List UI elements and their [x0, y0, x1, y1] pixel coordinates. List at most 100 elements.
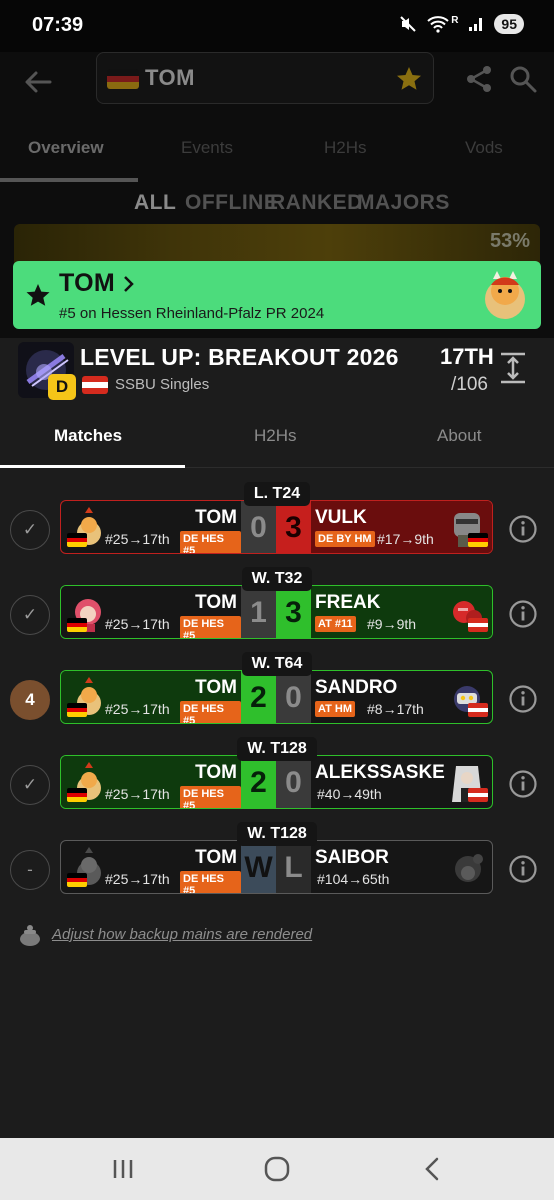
player-pr-badge: DE HES #5 — [180, 871, 241, 893]
player-side: TOM #25→17th DE HES #5 — [61, 501, 241, 553]
tier-badge: D — [48, 374, 76, 400]
opponent-score: 3 — [276, 586, 311, 638]
germany-flag-icon — [67, 533, 87, 547]
info-icon[interactable] — [508, 684, 538, 714]
home-icon[interactable] — [262, 1154, 292, 1184]
banner-player-name: TOM — [59, 269, 115, 297]
donkey-kong-character-icon — [455, 854, 483, 882]
filter-majors[interactable]: MAJORS — [357, 191, 450, 215]
player-seed: #25→17th — [105, 786, 170, 802]
game-count-badge[interactable]: 4 — [10, 680, 50, 720]
player-score: 0 — [241, 501, 276, 553]
signal-r-label: R — [451, 14, 459, 26]
player-seed: #25→17th — [105, 871, 170, 887]
check-icon[interactable]: ✓ — [10, 510, 50, 550]
info-icon[interactable] — [508, 599, 538, 629]
player-score: 2 — [241, 671, 276, 723]
tab-h2hs[interactable]: H2Hs — [254, 426, 297, 446]
filter-all[interactable]: ALL — [134, 191, 176, 215]
match-row[interactable]: L. T24 ✓ TOM #25→17th DE HES #5 0 3 VULK… — [0, 482, 554, 554]
info-icon[interactable] — [508, 854, 538, 884]
expand-icon[interactable] — [498, 352, 528, 384]
share-icon[interactable] — [464, 64, 494, 94]
opponent-seed: #9→9th — [367, 616, 417, 632]
status-time: 07:39 — [32, 14, 84, 36]
opponent-name: SAIBOR — [315, 847, 389, 868]
status-bar: 07:39 R 95 — [0, 0, 554, 52]
system-nav-bar — [0, 1138, 554, 1200]
top-bar: TOM — [0, 52, 554, 112]
match-card[interactable]: TOM #25→17th DE HES #5 W L SAIBOR #104→6… — [60, 840, 493, 894]
match-row[interactable]: W. T128 ✓ TOM #25→17th DE HES #5 2 0 ALE… — [0, 737, 554, 809]
check-icon[interactable]: ✓ — [10, 595, 50, 635]
match-card[interactable]: TOM #25→17th DE HES #5 1 3 FREAK AT #11 … — [60, 585, 493, 639]
opponent-seed: #8→17th — [367, 701, 424, 717]
tab-events[interactable]: Events — [181, 138, 233, 158]
round-label: W. T128 — [0, 822, 554, 846]
event-tabs: Matches H2Hs About — [0, 418, 554, 468]
player-side: TOM #25→17th DE HES #5 — [61, 841, 241, 893]
opponent-score: 0 — [276, 756, 311, 808]
signal-icon — [469, 18, 483, 31]
opponent-side: ALEKSSASKE #40→49th — [311, 756, 492, 808]
round-label: W. T64 — [0, 652, 554, 676]
tab-about[interactable]: About — [437, 426, 481, 446]
germany-flag-icon — [67, 618, 87, 632]
check-icon[interactable]: ✓ — [10, 765, 50, 805]
player-seed: #25→17th — [105, 616, 170, 632]
banner-ranking: #5 on Hessen Rheinland-Pfalz PR 2024 — [59, 305, 325, 322]
info-icon[interactable] — [508, 769, 538, 799]
opponent-side: SAIBOR #104→65th — [311, 841, 492, 893]
backup-mains-link[interactable]: Adjust how backup mains are rendered — [18, 924, 348, 948]
backup-mains-link-text: Adjust how backup mains are rendered — [52, 926, 313, 943]
germany-flag-icon — [67, 703, 87, 717]
player-name: TOM — [195, 677, 237, 698]
opponent-name: FREAK — [315, 592, 381, 613]
match-card[interactable]: TOM #25→17th DE HES #5 2 0 SANDRO AT HM … — [60, 670, 493, 724]
match-row[interactable]: W. T128 - TOM #25→17th DE HES #5 W L SAI… — [0, 822, 554, 894]
info-icon[interactable] — [508, 514, 538, 544]
match-card[interactable]: TOM #25→17th DE HES #5 0 3 VULK DE BY HM… — [60, 500, 493, 554]
opponent-name: SANDRO — [315, 677, 398, 698]
filter-offline[interactable]: OFFLINE — [185, 191, 278, 215]
opponent-pr-badge: AT HM — [315, 701, 356, 717]
tab-matches[interactable]: Matches — [54, 426, 122, 446]
star-icon[interactable] — [395, 65, 423, 93]
tab-vods[interactable]: Vods — [465, 138, 503, 158]
mute-icon — [400, 16, 416, 32]
player-pr-badge: DE HES #5 — [180, 701, 241, 723]
battery-indicator: 95 — [494, 14, 524, 34]
tab-overview[interactable]: Overview — [28, 138, 104, 158]
match-row[interactable]: W. T32 ✓ TOM #25→17th DE HES #5 1 3 FREA… — [0, 567, 554, 639]
opponent-pr-badge: DE BY HM — [315, 531, 375, 547]
background-page: TOM Overview Events H2Hs Vods ALL OFFLIN… — [0, 52, 554, 338]
match-card[interactable]: TOM #25→17th DE HES #5 2 0 ALEKSSASKE #4… — [60, 755, 493, 809]
germany-flag-icon — [67, 788, 87, 802]
opponent-seed: #40→49th — [317, 786, 382, 802]
round-label: W. T128 — [0, 737, 554, 761]
dq-status-icon[interactable]: - — [10, 850, 50, 890]
back-arrow-icon[interactable] — [20, 64, 56, 100]
player-side: TOM #25→17th DE HES #5 — [61, 586, 241, 638]
tab-underline — [0, 465, 185, 468]
player-side: TOM #25→17th DE HES #5 — [61, 671, 241, 723]
round-label: W. T32 — [0, 567, 554, 591]
pot-icon — [20, 925, 40, 946]
search-icon[interactable] — [508, 64, 538, 94]
recent-apps-icon[interactable] — [108, 1154, 138, 1184]
tab-h2hs[interactable]: H2Hs — [324, 138, 367, 158]
filter-ranked[interactable]: RANKED — [270, 191, 363, 215]
austria-flag-icon — [468, 618, 488, 632]
match-row[interactable]: W. T64 4 TOM #25→17th DE HES #5 2 0 SAND… — [0, 652, 554, 724]
placement: 17TH — [440, 344, 494, 369]
austria-flag-icon — [82, 376, 108, 394]
opponent-score: L — [276, 841, 311, 893]
opponent-side: FREAK AT #11 #9→9th — [311, 586, 492, 638]
player-name: TOM — [195, 762, 237, 783]
player-search-field[interactable]: TOM — [96, 52, 434, 104]
player-banner[interactable]: TOM #5 on Hessen Rheinland-Pfalz PR 2024 — [13, 261, 541, 329]
tab-underline — [0, 178, 138, 182]
back-nav-icon[interactable] — [418, 1154, 448, 1184]
opponent-seed: #17→9th — [377, 531, 434, 547]
player-name: TOM — [195, 847, 237, 868]
